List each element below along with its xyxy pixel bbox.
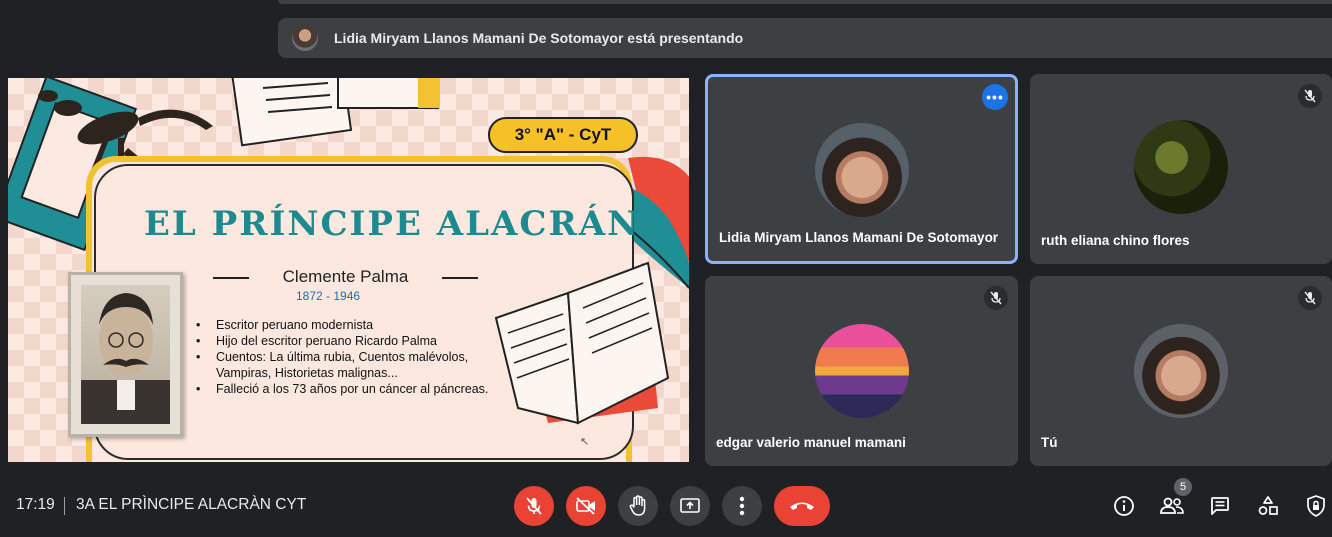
host-controls-button[interactable]: [1302, 492, 1330, 520]
avatar: [814, 324, 909, 418]
presentation-slide[interactable]: 3° "A" - CyT EL PRÍNCIPE ALACRÁN Clement…: [8, 78, 689, 462]
top-edge-bar: [278, 0, 1332, 4]
participant-tile-edgar[interactable]: edgar valerio manuel mamani: [705, 276, 1018, 466]
participant-name: edgar valerio manuel mamani: [716, 435, 906, 450]
mic-toggle-button[interactable]: [514, 486, 554, 526]
camera-toggle-button[interactable]: [566, 486, 606, 526]
meeting-clock: 17:19: [16, 496, 55, 513]
open-book-icon: [494, 261, 670, 425]
people-icon: [1160, 497, 1184, 514]
participants-button[interactable]: [1158, 492, 1186, 520]
presenter-avatar: [292, 25, 318, 51]
mic-off-icon: [526, 497, 542, 515]
presenting-text: Lidia Miryam Llanos Mamani De Sotomayor …: [334, 30, 744, 46]
bottom-control-bar: 17:19 3A EL PRÌNCIPE ALACRÀN CYT: [0, 478, 1332, 537]
chat-button[interactable]: [1206, 492, 1234, 520]
shield-lock-icon: [1307, 495, 1325, 517]
avatar: [1134, 324, 1228, 418]
chat-icon: [1211, 497, 1229, 515]
slide-author: Clemente Palma: [213, 267, 478, 287]
avatar: [1134, 120, 1228, 214]
participant-name: ruth eliana chino flores: [1041, 233, 1190, 248]
camera-off-icon: [576, 497, 595, 515]
meeting-details-button[interactable]: [1110, 492, 1138, 520]
slide-title: EL PRÍNCIPE ALACRÁN: [144, 204, 641, 244]
participant-name: Lidia Miryam Llanos Mamani De Sotomayor: [719, 230, 999, 245]
activities-button[interactable]: [1254, 492, 1282, 520]
slide-bullet: Escritor peruano modernista: [196, 317, 496, 333]
author-portrait: [68, 272, 183, 437]
divider: [64, 497, 65, 515]
raise-hand-button[interactable]: [618, 486, 658, 526]
slide-years: 1872 - 1946: [296, 289, 361, 303]
participant-count-badge: 5: [1174, 478, 1192, 496]
presenting-banner: Lidia Miryam Llanos Mamani De Sotomayor …: [278, 18, 1332, 58]
hang-up-icon: [790, 502, 814, 510]
slide-bullet-list: Escritor peruano modernista Hijo del esc…: [196, 317, 496, 397]
slide-class-tag: 3° "A" - CyT: [488, 117, 638, 153]
slide-bullet: Cuentos: La última rubia, Cuentos malévo…: [196, 349, 496, 381]
portrait-figure-icon: [81, 293, 170, 424]
meeting-title: 3A EL PRÌNCIPE ALACRÀN CYT: [76, 496, 307, 513]
meet-window: Lidia Miryam Llanos Mamani De Sotomayor …: [0, 0, 1332, 537]
activities-icon: [1258, 496, 1278, 515]
more-options-button[interactable]: [722, 486, 762, 526]
leave-call-button[interactable]: [774, 486, 830, 526]
more-options-icon[interactable]: •••: [982, 84, 1008, 110]
participant-tile-lidia[interactable]: ••• Lidia Miryam Llanos Mamani De Sotoma…: [705, 74, 1018, 264]
present-screen-button[interactable]: [670, 486, 710, 526]
present-icon: [680, 498, 700, 513]
info-icon: [1114, 496, 1134, 516]
avatar: [814, 123, 909, 217]
portrait-photo: [81, 285, 170, 424]
participant-tile-ruth[interactable]: ruth eliana chino flores: [1030, 74, 1332, 264]
mic-off-icon: [984, 286, 1008, 310]
more-vert-icon: [739, 496, 745, 516]
mic-off-icon: [1298, 84, 1322, 108]
slide-bullet: Falleció a los 73 años por un cáncer al …: [196, 381, 496, 397]
mic-off-icon: [1298, 286, 1322, 310]
slide-bullet: Hijo del escritor peruano Ricardo Palma: [196, 333, 496, 349]
mouse-cursor-icon: ↖: [580, 436, 590, 448]
participant-tile-self[interactable]: Tú: [1030, 276, 1332, 466]
participant-name: Tú: [1041, 435, 1058, 450]
hand-icon: [629, 495, 646, 516]
